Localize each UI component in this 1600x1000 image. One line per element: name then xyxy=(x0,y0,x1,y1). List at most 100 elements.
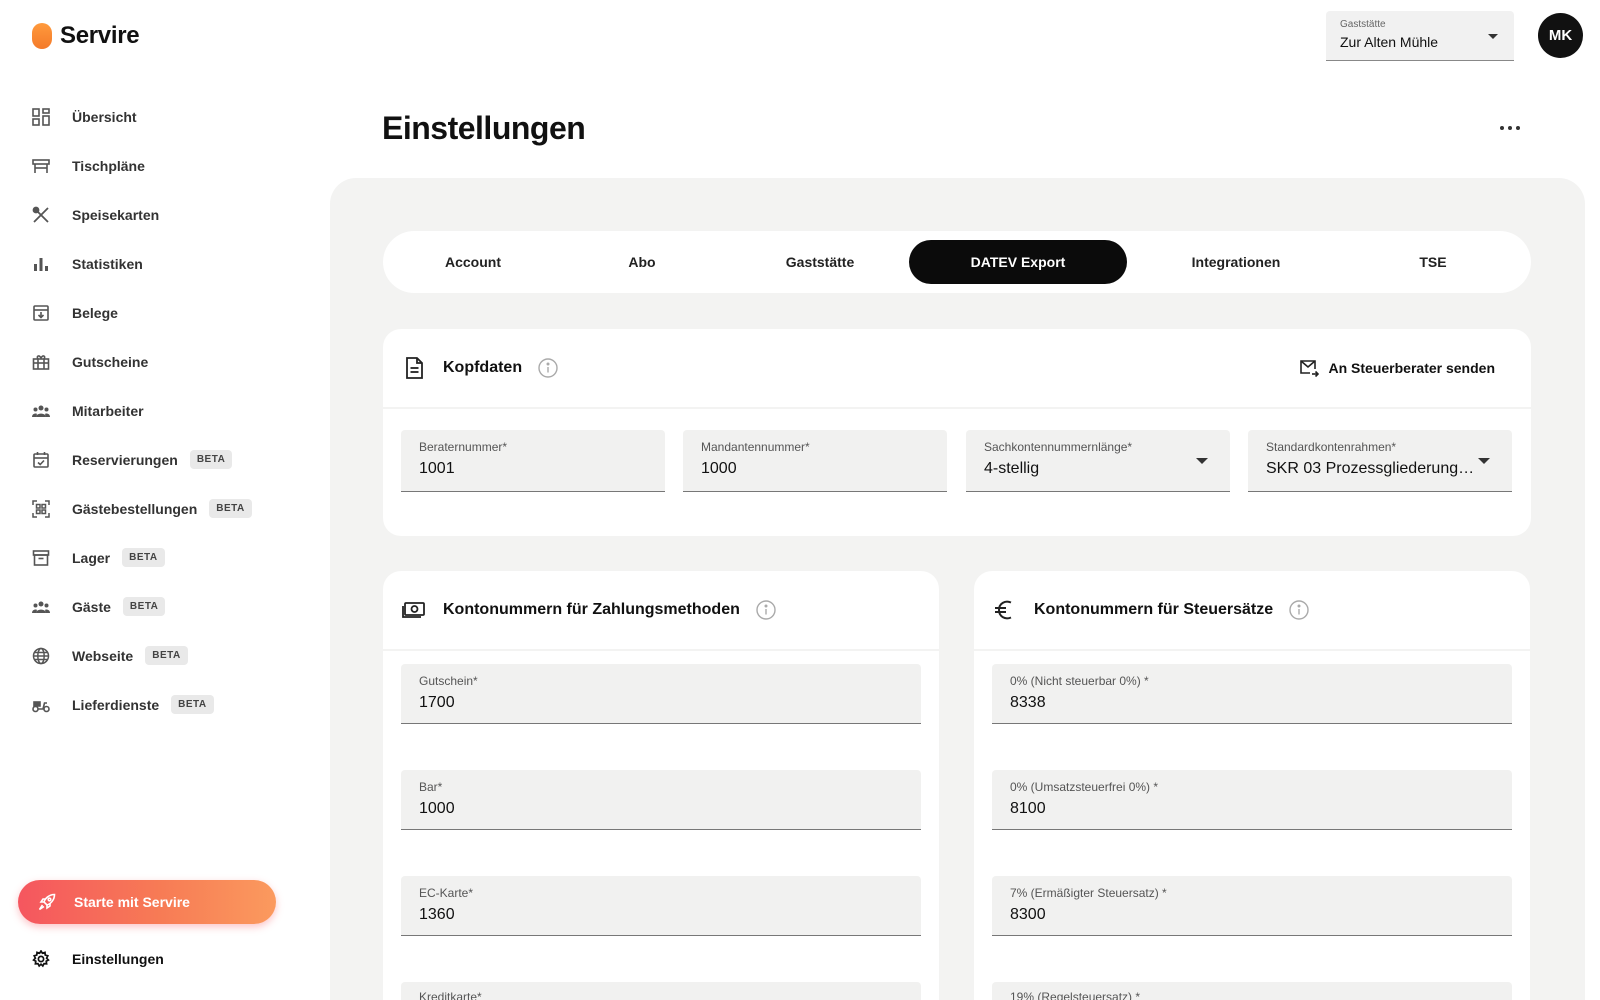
sidebar-nav: Übersicht Tischpläne Speisekarten Statis… xyxy=(20,92,300,729)
logo[interactable]: Servire xyxy=(32,22,140,50)
info-icon[interactable] xyxy=(1289,600,1309,620)
info-icon[interactable] xyxy=(538,358,558,378)
chevron-down-icon xyxy=(1478,458,1490,464)
avatar[interactable]: MK xyxy=(1538,13,1583,58)
field-label: Mandantennummer* xyxy=(701,440,810,454)
sidebar-item-statistiken[interactable]: Statistiken xyxy=(20,239,300,288)
steuersaetze-title: Kontonummern für Steuersätze xyxy=(1034,601,1274,618)
chevron-down-icon xyxy=(1488,34,1498,39)
cutlery-icon xyxy=(32,206,50,224)
tax-7-ermaessigt-field[interactable]: 7% (Ermäßigter Steuersatz) * 8300 xyxy=(992,876,1512,936)
field-label: Beraternummer* xyxy=(419,440,508,454)
archive-icon xyxy=(32,549,50,567)
tab-account[interactable]: Account xyxy=(393,240,553,284)
send-to-tax-advisor-button[interactable]: An Steuerberater senden xyxy=(1299,358,1496,378)
field-value: SKR 03 Prozessgliederungs... xyxy=(1266,460,1476,477)
calendar-check-icon xyxy=(32,451,50,469)
steuersaetze-header: Kontonummern für Steuersätze xyxy=(974,571,1530,651)
mail-send-icon xyxy=(1299,358,1319,378)
beraternummer-field[interactable]: Beraternummer* 1001 xyxy=(401,430,665,492)
sidebar-item-gutscheine[interactable]: Gutscheine xyxy=(20,337,300,386)
field-label: 7% (Ermäßigter Steuersatz) * xyxy=(1010,886,1167,900)
field-label: Bar* xyxy=(419,780,443,794)
field-label: Sachkontennummernlänge* xyxy=(984,440,1133,454)
sidebar-item-belege[interactable]: Belege xyxy=(20,288,300,337)
field-label: 0% (Umsatzsteuerfrei 0%) * xyxy=(1010,780,1159,794)
tab-datev-export[interactable]: DATEV Export xyxy=(909,240,1127,284)
sidebar-item-tischplaene[interactable]: Tischpläne xyxy=(20,141,300,190)
field-label: 0% (Nicht steuerbar 0%) * xyxy=(1010,674,1149,688)
field-label: 19% (Regelsteuersatz) * xyxy=(1010,990,1141,1000)
sidebar-item-gaestebestellungen[interactable]: Gästebestellungen BETA xyxy=(20,484,300,533)
field-value: 1000 xyxy=(701,460,737,477)
gaststaette-select-value: Zur Alten Mühle xyxy=(1340,34,1439,50)
sachkontennummernlaenge-select[interactable]: Sachkontennummernlänge* 4-stellig xyxy=(966,430,1230,492)
document-icon xyxy=(401,355,427,381)
sidebar-item-speisekarten[interactable]: Speisekarten xyxy=(20,190,300,239)
sidebar-item-label: Reservierungen xyxy=(72,451,178,468)
sidebar-item-label: Webseite xyxy=(72,647,134,664)
field-label: EC-Karte* xyxy=(419,886,474,900)
globe-icon xyxy=(32,647,50,665)
sidebar-item-label: Mitarbeiter xyxy=(72,402,144,419)
gaststaette-select-label: Gaststätte xyxy=(1340,19,1386,30)
rocket-icon xyxy=(38,893,56,911)
beta-badge: BETA xyxy=(122,597,166,616)
sidebar-item-lager[interactable]: Lager BETA xyxy=(20,533,300,582)
sidebar-item-label: Belege xyxy=(72,304,118,321)
tax-19-regelsteuersatz-field[interactable]: 19% (Regelsteuersatz) * xyxy=(992,982,1512,1000)
tab-integrationen[interactable]: Integrationen xyxy=(1127,240,1345,284)
beta-badge: BETA xyxy=(171,695,214,714)
field-label: Kreditkarte* xyxy=(419,990,482,1000)
sidebar-item-einstellungen[interactable]: Einstellungen xyxy=(32,950,164,968)
gutschein-account-field[interactable]: Gutschein* 1700 xyxy=(401,664,921,724)
bar-account-field[interactable]: Bar* 1000 xyxy=(401,770,921,830)
info-icon[interactable] xyxy=(756,600,776,620)
field-value: 8300 xyxy=(1010,906,1046,923)
beta-badge: BETA xyxy=(145,646,188,665)
kopfdaten-title: Kopfdaten xyxy=(443,359,523,376)
field-value: 8100 xyxy=(1010,800,1046,817)
sidebar-item-gaeste[interactable]: Gäste BETA xyxy=(20,582,300,631)
tax-0-nicht-steuerbar-field[interactable]: 0% (Nicht steuerbar 0%) * 8338 xyxy=(992,664,1512,724)
sidebar-item-mitarbeiter[interactable]: Mitarbeiter xyxy=(20,386,300,435)
guests-icon xyxy=(32,598,50,616)
kopfdaten-header: Kopfdaten An Steuerberater senden xyxy=(383,329,1531,409)
more-options-icon[interactable] xyxy=(1496,120,1524,136)
sidebar-item-lieferdienste[interactable]: Lieferdienste BETA xyxy=(20,680,300,729)
sidebar-item-label: Lager xyxy=(72,549,111,566)
gear-icon xyxy=(32,950,50,968)
sidebar-item-webseite[interactable]: Webseite BETA xyxy=(20,631,300,680)
zahlungsmethoden-title: Kontonummern für Zahlungsmethoden xyxy=(443,601,740,618)
sidebar-item-label: Tischpläne xyxy=(72,157,145,174)
start-servire-button[interactable]: Starte mit Servire xyxy=(18,880,276,924)
app-root: Servire Übersicht Tischpläne Speisekarte… xyxy=(0,0,1600,1000)
beta-badge: BETA xyxy=(209,499,252,518)
cash-icon xyxy=(401,597,427,623)
logo-mark-icon xyxy=(32,23,52,49)
field-value: 8338 xyxy=(1010,694,1046,711)
gaststaette-select[interactable]: Gaststätte Zur Alten Mühle xyxy=(1326,11,1514,61)
ec-karte-account-field[interactable]: EC-Karte* 1360 xyxy=(401,876,921,936)
field-value: 1700 xyxy=(419,694,455,711)
beta-badge: BETA xyxy=(189,450,233,469)
tab-tse[interactable]: TSE xyxy=(1345,240,1521,284)
field-label: Gutschein* xyxy=(419,674,478,688)
beta-badge: BETA xyxy=(122,548,165,567)
send-to-tax-advisor-label: An Steuerberater senden xyxy=(1328,360,1496,376)
sidebar-item-label: Übersicht xyxy=(72,108,137,125)
kreditkarte-account-field[interactable]: Kreditkarte* xyxy=(401,982,921,1000)
sidebar-item-reservierungen[interactable]: Reservierungen BETA xyxy=(20,435,300,484)
mandantennummer-field[interactable]: Mandantennummer* 1000 xyxy=(683,430,947,492)
tab-gaststaette[interactable]: Gaststätte xyxy=(731,240,909,284)
qr-code-icon xyxy=(32,499,50,518)
gift-icon xyxy=(32,353,50,371)
sidebar-item-uebersicht[interactable]: Übersicht xyxy=(20,92,300,141)
sidebar-item-label: Gäste xyxy=(72,598,111,615)
tab-abo[interactable]: Abo xyxy=(553,240,731,284)
logo-text: Servire xyxy=(60,22,140,49)
tax-0-umsatzsteuerfrei-field[interactable]: 0% (Umsatzsteuerfrei 0%) * 8100 xyxy=(992,770,1512,830)
standardkontenrahmen-select[interactable]: Standardkontenrahmen* SKR 03 Prozessglie… xyxy=(1248,430,1512,492)
sidebar-item-label: Statistiken xyxy=(72,255,143,272)
people-icon xyxy=(32,402,50,420)
